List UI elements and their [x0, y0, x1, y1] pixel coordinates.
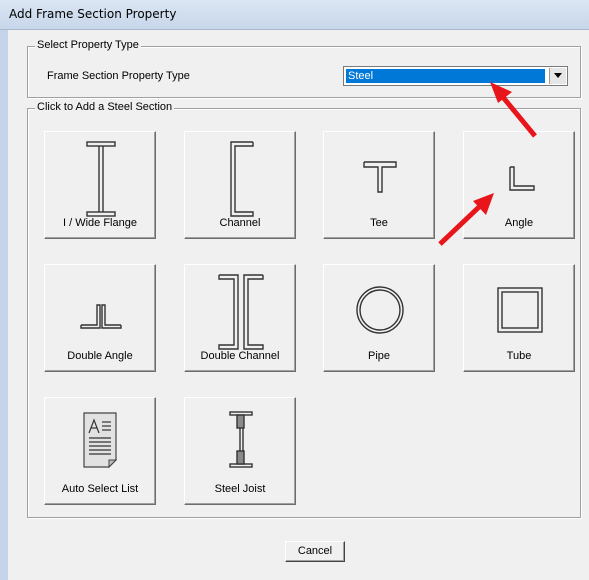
property-type-label: Frame Section Property Type: [47, 70, 190, 82]
steel-joist-button[interactable]: Steel Joist: [184, 397, 296, 505]
window-title: Add Frame Section Property: [9, 7, 177, 21]
double-angle-label: Double Angle: [67, 350, 133, 362]
property-type-selected-value: Steel: [346, 69, 545, 83]
tube-label: Tube: [506, 350, 532, 362]
tee-button[interactable]: Tee: [323, 131, 435, 239]
auto-select-list-label: Auto Select List: [61, 483, 139, 495]
cancel-button[interactable]: Cancel: [285, 541, 345, 562]
i-wide-flange-label: I / Wide Flange: [63, 217, 137, 229]
tube-button[interactable]: Tube: [463, 264, 575, 372]
double-channel-button[interactable]: Double Channel: [184, 264, 296, 372]
property-type-legend: Select Property Type: [35, 39, 141, 51]
i-wide-flange-button[interactable]: I / Wide Flange: [44, 131, 156, 239]
tee-label: Tee: [370, 217, 388, 229]
steel-sections-legend: Click to Add a Steel Section: [35, 101, 175, 113]
angle-label: Angle: [504, 217, 534, 229]
pipe-button[interactable]: Pipe: [323, 264, 435, 372]
window-frame-edge: [0, 30, 8, 580]
angle-button[interactable]: Angle: [463, 131, 575, 239]
channel-button[interactable]: Channel: [184, 131, 296, 239]
double-channel-label: Double Channel: [200, 350, 280, 362]
double-angle-button[interactable]: Double Angle: [44, 264, 156, 372]
chevron-down-icon[interactable]: [549, 68, 566, 84]
auto-select-list-button[interactable]: Auto Select List: [44, 397, 156, 505]
channel-label: Channel: [219, 217, 261, 229]
property-type-dropdown[interactable]: Steel: [343, 66, 568, 86]
title-bar[interactable]: Add Frame Section Property: [0, 0, 589, 30]
pipe-label: Pipe: [367, 350, 391, 362]
steel-joist-label: Steel Joist: [214, 483, 266, 495]
